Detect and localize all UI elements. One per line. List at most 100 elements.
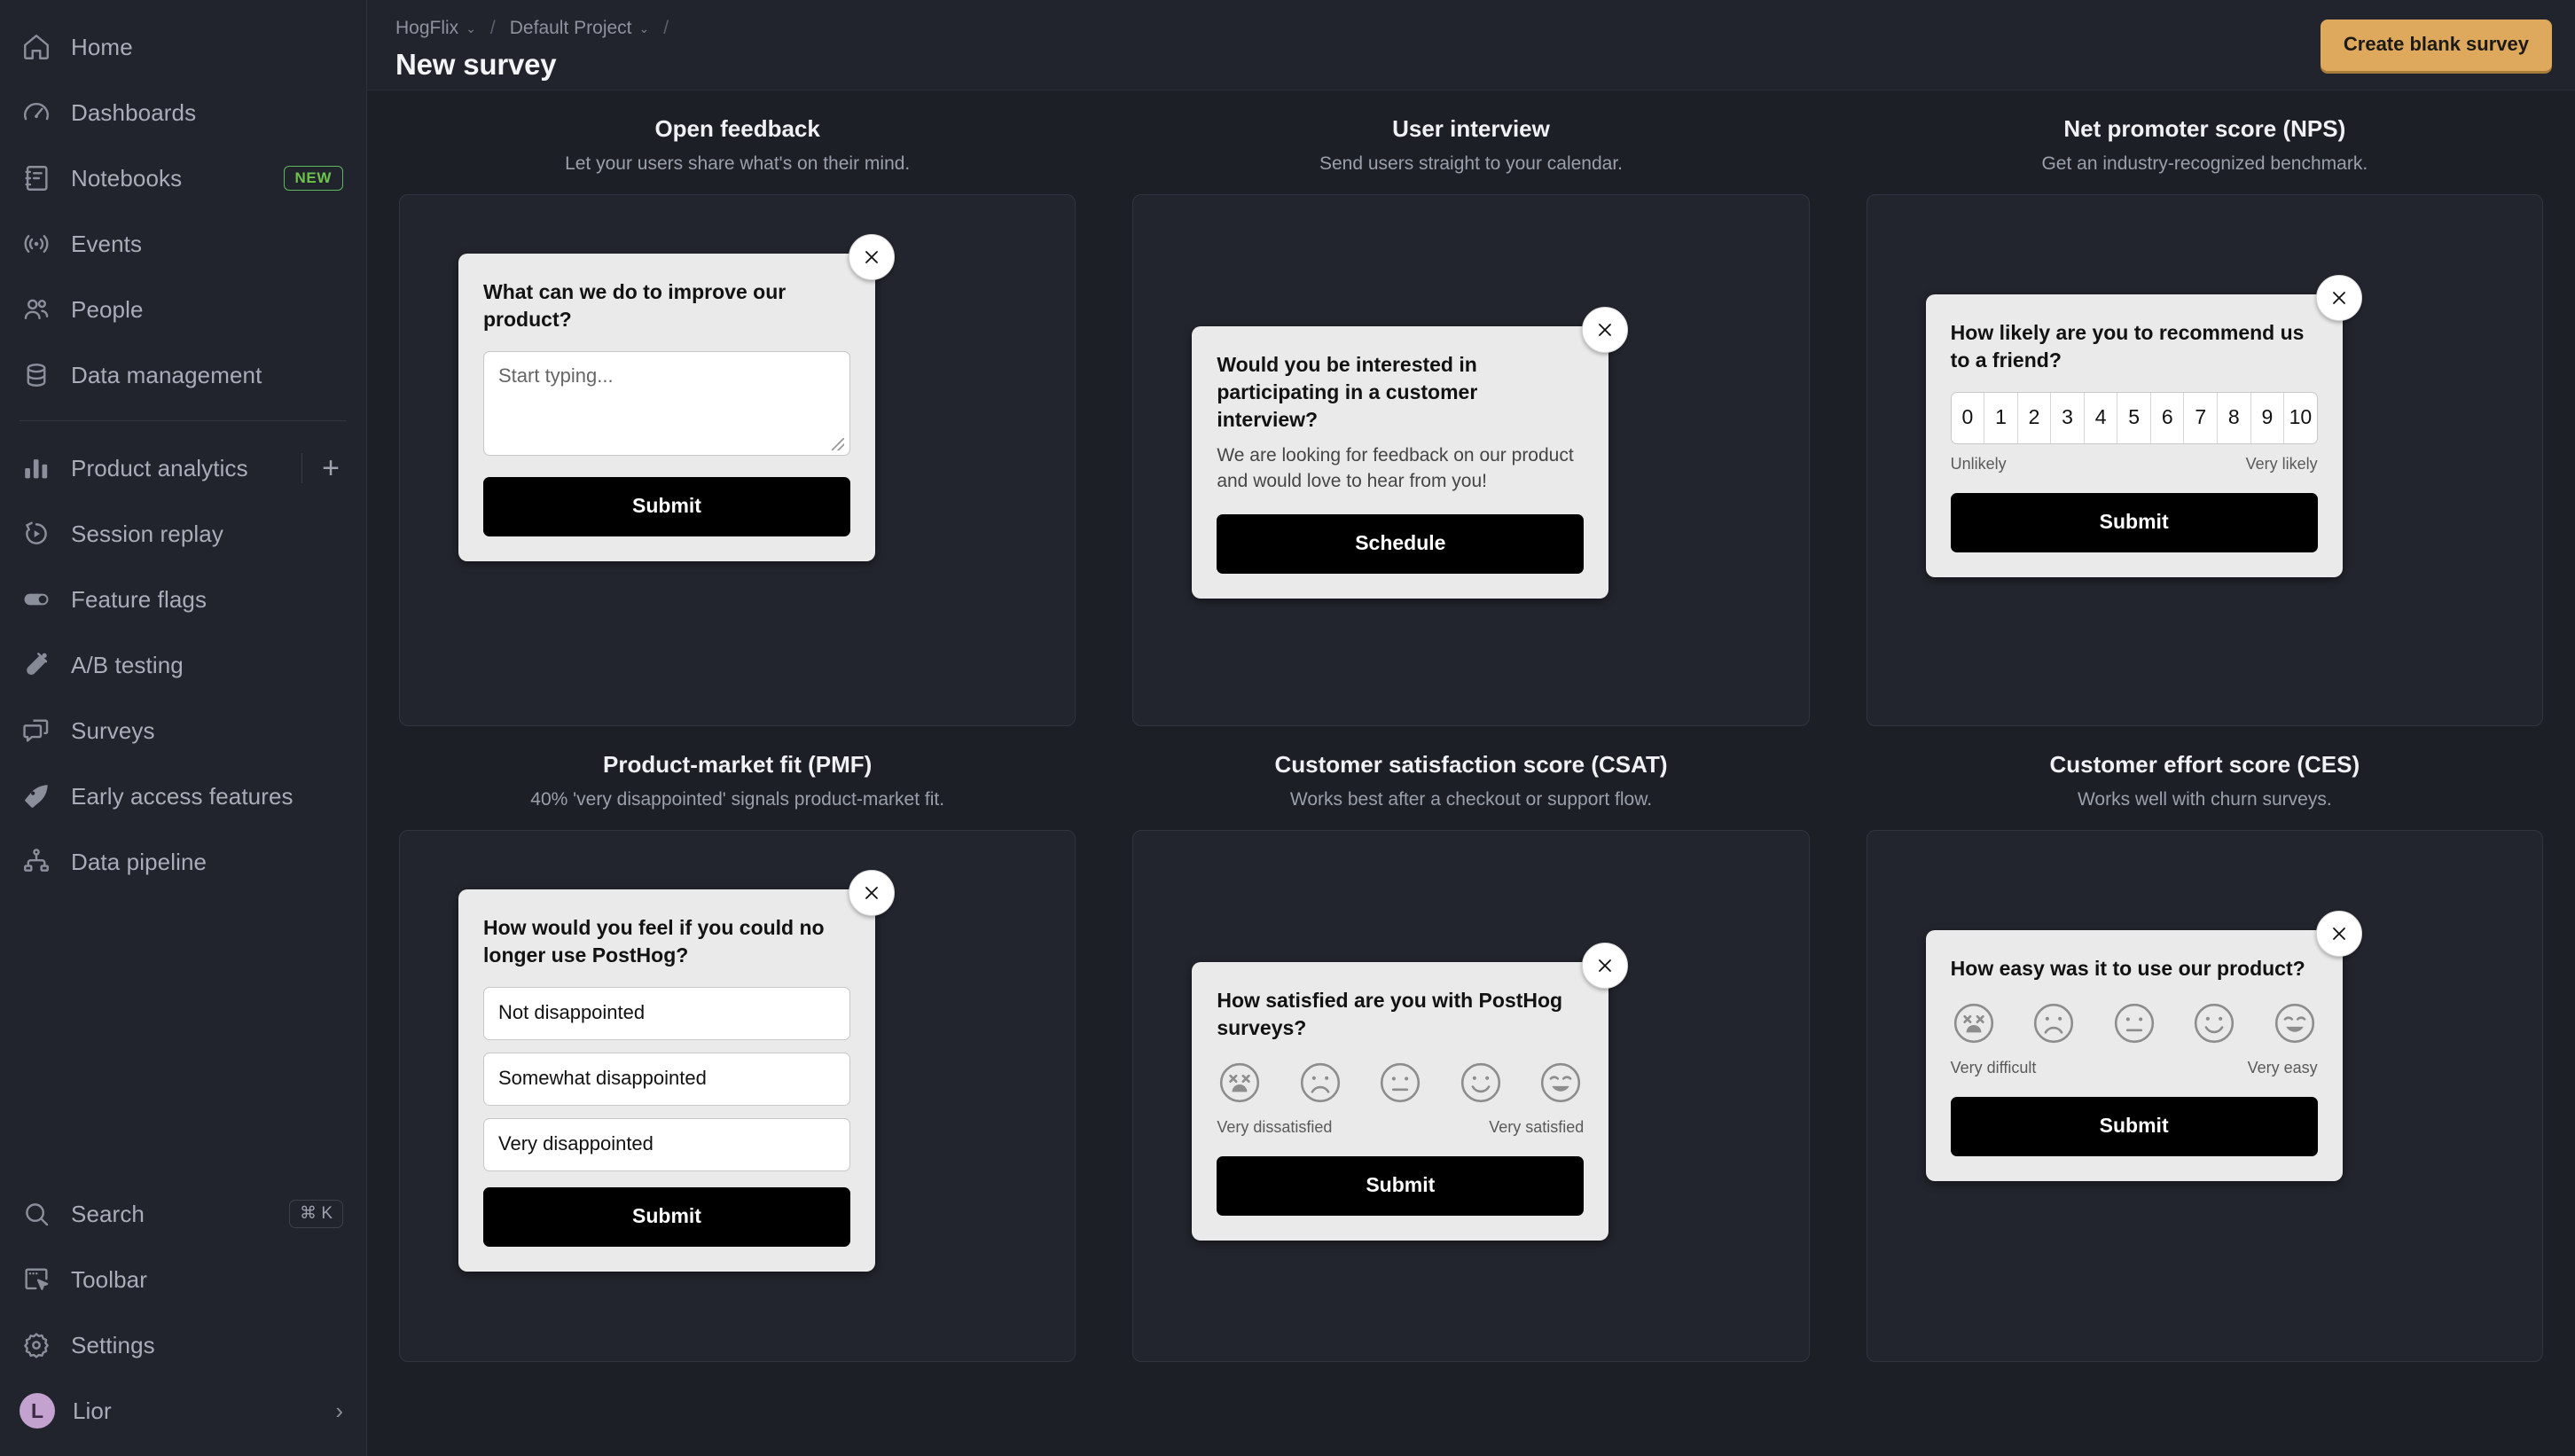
survey-choice-option[interactable]: Very disappointed (483, 1117, 850, 1171)
smile-face-icon[interactable] (2191, 1000, 2237, 1046)
survey-choice-option[interactable]: Not disappointed (483, 986, 850, 1040)
gear-icon (20, 1328, 53, 1362)
survey-submit-button[interactable]: Submit (483, 476, 850, 536)
close-icon[interactable] (849, 234, 895, 280)
nps-option[interactable]: 6 (2151, 392, 2185, 443)
survey-template-pmf: Product-market fit (PMF) 40% 'very disap… (399, 751, 1076, 1362)
sidebar-item-people[interactable]: People (0, 277, 366, 342)
sidebar-item-notebooks[interactable]: Notebooks NEW (0, 145, 366, 211)
nps-option[interactable]: 9 (2251, 392, 2285, 443)
dead-face-icon[interactable] (1951, 1000, 1997, 1046)
neutral-face-icon[interactable] (2111, 1000, 2157, 1046)
sidebar-item-label: Product analytics (71, 454, 248, 481)
template-preview-canvas[interactable]: How satisfied are you with PostHog surve… (1132, 830, 1810, 1362)
nps-option[interactable]: 5 (2117, 392, 2151, 443)
sidebar-item-data-pipeline[interactable]: Data pipeline (0, 829, 366, 895)
survey-choice-option[interactable]: Somewhat disappointed (483, 1052, 850, 1106)
nps-option[interactable]: 3 (2051, 392, 2085, 443)
sidebar-item-session-replay[interactable]: Session replay (0, 501, 366, 567)
create-blank-survey-button[interactable]: Create blank survey (2320, 20, 2552, 71)
scale-labels: Very dissatisfied Very satisfied (1217, 1118, 1584, 1137)
survey-popup: How easy was it to use our product? Very… (1925, 911, 2362, 1181)
main-content: HogFlix ⌄ / Default Project ⌄ / New surv… (367, 0, 2575, 1456)
toolbar-icon (20, 1263, 53, 1296)
close-icon[interactable] (1582, 307, 1629, 353)
rocket-icon (20, 779, 53, 813)
nps-option[interactable]: 1 (1984, 392, 2018, 443)
template-preview-canvas[interactable]: How likely are you to recommend us to a … (1866, 194, 2543, 726)
breadcrumb-project[interactable]: Default Project ⌄ (510, 18, 649, 39)
template-subtitle: Get an industry-recognized benchmark. (2041, 153, 2368, 174)
sidebar-item-surveys[interactable]: Surveys (0, 698, 366, 763)
sidebar-item-early-access-features[interactable]: Early access features (0, 763, 366, 829)
database-icon (20, 358, 53, 392)
status-badge-new: NEW (283, 166, 343, 191)
survey-popup: Would you be interested in participating… (1192, 307, 1629, 599)
nps-option[interactable]: 4 (2085, 392, 2118, 443)
survey-template-open-feedback: Open feedback Let your users share what'… (399, 115, 1076, 726)
nps-option[interactable]: 10 (2284, 393, 2317, 443)
scale-lower-label: Very difficult (1950, 1058, 2037, 1076)
dead-face-icon[interactable] (1217, 1060, 1263, 1106)
sidebar-item-settings[interactable]: Settings (0, 1312, 366, 1378)
breadcrumb-organization[interactable]: HogFlix ⌄ (395, 18, 476, 39)
close-icon[interactable] (2315, 275, 2362, 321)
account-name: Lior (73, 1397, 112, 1424)
template-preview-canvas[interactable]: Would you be interested in participating… (1132, 194, 1810, 726)
sidebar-item-feature-flags[interactable]: Feature flags (0, 567, 366, 632)
close-icon[interactable] (1582, 943, 1629, 989)
neutral-face-icon[interactable] (1377, 1060, 1423, 1106)
survey-submit-button[interactable]: Submit (1950, 492, 2318, 552)
sidebar-item-events[interactable]: Events (0, 211, 366, 277)
sidebar-item-dashboards[interactable]: Dashboards (0, 80, 366, 145)
template-preview-canvas[interactable]: How easy was it to use our product? Very… (1866, 830, 2543, 1362)
close-icon[interactable] (849, 870, 895, 916)
scale-lower-label: Unlikely (1950, 454, 2007, 473)
template-preview-canvas[interactable]: What can we do to improve our product? S… (399, 194, 1076, 726)
sidebar-item-label: Toolbar (71, 1265, 147, 1293)
sidebar-item-toolbar[interactable]: Toolbar (0, 1247, 366, 1312)
sidebar-item-product-analytics[interactable]: Product analytics + (0, 435, 366, 501)
top-bar: HogFlix ⌄ / Default Project ⌄ / New surv… (367, 0, 2575, 90)
template-title: Product-market fit (PMF) (602, 751, 873, 778)
smile-face-icon[interactable] (1458, 1060, 1504, 1106)
very-happy-face-icon[interactable] (1538, 1060, 1584, 1106)
flask-icon (20, 648, 53, 682)
template-subtitle: Let your users share what's on their min… (565, 153, 911, 174)
sidebar-item-home[interactable]: Home (0, 14, 366, 80)
survey-question: How easy was it to use our product? (1950, 957, 2305, 980)
sidebar-item-data-management[interactable]: Data management (0, 342, 366, 408)
survey-popup: How would you feel if you could no longe… (458, 870, 895, 1272)
sad-face-icon[interactable] (1297, 1060, 1343, 1106)
survey-submit-button[interactable]: Submit (1950, 1096, 2318, 1156)
sad-face-icon[interactable] (2031, 1000, 2077, 1046)
sidebar-item-label: Early access features (71, 782, 294, 810)
survey-choice-list: Not disappointed Somewhat disappointed V… (483, 986, 850, 1171)
nps-option[interactable]: 0 (1952, 392, 1985, 443)
sidebar-item-search[interactable]: Search ⌘ K (0, 1181, 366, 1247)
home-icon (20, 30, 53, 64)
sidebar-item-account[interactable]: L Lior › (0, 1378, 366, 1444)
nps-option[interactable]: 2 (2018, 392, 2052, 443)
sidebar-item-ab-testing[interactable]: A/B testing (0, 632, 366, 698)
scale-upper-label: Very satisfied (1489, 1117, 1585, 1136)
survey-submit-button[interactable]: Schedule (1217, 514, 1585, 575)
toggle-icon (20, 583, 53, 616)
survey-submit-button[interactable]: Submit (1217, 1155, 1585, 1216)
chevron-down-icon: ⌄ (638, 20, 650, 35)
scale-upper-label: Very likely (2245, 454, 2318, 473)
chevron-right-icon[interactable]: › (335, 1399, 343, 1422)
sidebar-item-label: Settings (71, 1331, 155, 1358)
survey-submit-button[interactable]: Submit (483, 1186, 850, 1247)
page-title: New survey (395, 48, 557, 81)
nps-option[interactable]: 7 (2184, 392, 2219, 443)
close-icon[interactable] (2315, 911, 2362, 957)
app-root: Home Dashboards Notebooks NEW Events Peo… (0, 0, 2575, 1456)
sidebar-divider (20, 420, 347, 421)
template-preview-canvas[interactable]: How would you feel if you could no longe… (399, 830, 1076, 1362)
very-happy-face-icon[interactable] (2272, 1000, 2318, 1046)
sidebar-item-label: Notebooks (71, 164, 183, 192)
add-insight-button[interactable]: + (318, 453, 343, 483)
survey-open-text-input[interactable]: Start typing... (483, 350, 850, 456)
nps-option[interactable]: 8 (2218, 392, 2251, 443)
